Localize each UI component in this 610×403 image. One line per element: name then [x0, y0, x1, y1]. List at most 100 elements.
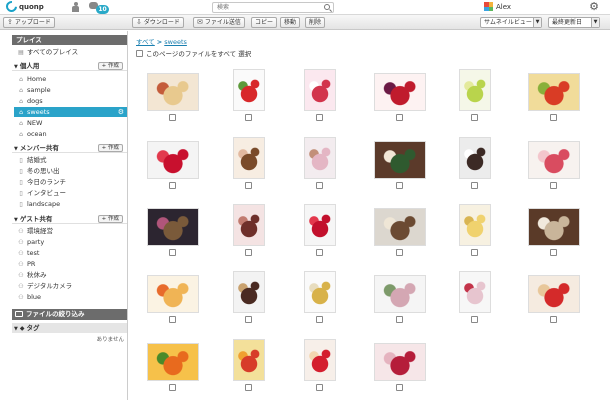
- thumbnail-image[interactable]: [304, 271, 336, 313]
- thumbnail-tile[interactable]: [365, 67, 435, 133]
- user-icon[interactable]: [72, 2, 79, 12]
- sidebar-item[interactable]: ⚇ test: [14, 248, 127, 258]
- thumbnail-image[interactable]: [528, 208, 580, 246]
- thumbnail-tile[interactable]: [365, 269, 435, 335]
- thumbnail-checkbox[interactable]: [169, 316, 176, 323]
- breadcrumb-current[interactable]: sweets: [164, 38, 187, 46]
- thumbnail-tile[interactable]: [138, 67, 208, 133]
- thumbnail-tile[interactable]: [138, 202, 208, 268]
- thumbnail-image[interactable]: [147, 275, 199, 313]
- thumbnail-image[interactable]: [459, 204, 491, 246]
- thumbnail-checkbox[interactable]: [169, 249, 176, 256]
- thumbnail-checkbox[interactable]: [550, 182, 557, 189]
- move-button[interactable]: 移動: [280, 17, 301, 28]
- thumbnail-checkbox[interactable]: [316, 114, 323, 121]
- sidebar-item[interactable]: ⚇ PR: [14, 259, 127, 269]
- sidebar-item[interactable]: ▯ インタビュー: [14, 188, 127, 198]
- guest-create-button[interactable]: + 作成: [97, 215, 123, 223]
- guest-group-header[interactable]: ▼ ゲスト共有 + 作成: [12, 214, 127, 224]
- thumbnail-image[interactable]: [528, 141, 580, 179]
- thumbnail-checkbox[interactable]: [245, 384, 252, 391]
- thumbnail-checkbox[interactable]: [169, 114, 176, 121]
- personal-create-button[interactable]: + 作成: [97, 62, 123, 70]
- breadcrumb-root[interactable]: すべて: [136, 38, 155, 46]
- thumbnail-checkbox[interactable]: [550, 316, 557, 323]
- sidebar-item[interactable]: ⚇ デジタルカメラ: [14, 281, 127, 291]
- delete-button[interactable]: 削除: [305, 17, 326, 28]
- search-icon[interactable]: [324, 4, 330, 10]
- tag-header[interactable]: ▼ ◆ タグ: [12, 323, 127, 333]
- sidebar-item[interactable]: ⚇ blue: [14, 292, 127, 302]
- thumbnail-checkbox[interactable]: [316, 316, 323, 323]
- thumbnail-image[interactable]: [304, 69, 336, 111]
- thumbnail-checkbox[interactable]: [245, 249, 252, 256]
- gear-icon[interactable]: ⚙: [118, 107, 124, 117]
- thumbnail-tile[interactable]: [214, 67, 284, 133]
- thumbnail-checkbox[interactable]: [550, 114, 557, 121]
- sidebar-item[interactable]: ▯ 冬の思い出: [14, 166, 127, 176]
- personal-group-header[interactable]: ▼ 個人用 + 作成: [12, 61, 127, 71]
- member-create-button[interactable]: + 作成: [97, 144, 123, 152]
- thumbnail-image[interactable]: [459, 69, 491, 111]
- thumbnail-tile[interactable]: [285, 269, 355, 335]
- thumbnail-image[interactable]: [528, 73, 580, 111]
- thumbnail-checkbox[interactable]: [245, 182, 252, 189]
- sidebar-item[interactable]: ⚇ 環境経営: [14, 226, 127, 236]
- thumbnail-checkbox[interactable]: [471, 316, 478, 323]
- account-menu[interactable]: Alex: [484, 2, 511, 11]
- thumbnail-image[interactable]: [147, 73, 199, 111]
- send-file-button[interactable]: ✉ ファイル送信: [193, 17, 245, 28]
- sidebar-item[interactable]: ⚇ party: [14, 237, 127, 247]
- thumbnail-tile[interactable]: [285, 202, 355, 268]
- thumbnail-tile[interactable]: [519, 67, 589, 133]
- search-box[interactable]: [212, 2, 334, 13]
- thumbnail-checkbox[interactable]: [316, 384, 323, 391]
- thumbnail-image[interactable]: [374, 141, 426, 179]
- copy-button[interactable]: コピー: [251, 17, 278, 28]
- thumbnail-tile[interactable]: [285, 67, 355, 133]
- thumbnail-image[interactable]: [374, 208, 426, 246]
- sidebar-item[interactable]: ▯ landscape: [14, 199, 127, 209]
- member-group-header[interactable]: ▼ メンバー共有 + 作成: [12, 143, 127, 153]
- select-all-row[interactable]: このページのファイルをすべて 選択: [136, 48, 251, 58]
- sidebar-item[interactable]: ⌂ sweets ⚙: [14, 107, 127, 117]
- search-input[interactable]: [213, 3, 319, 12]
- thumbnail-image[interactable]: [147, 208, 199, 246]
- thumbnail-tile[interactable]: [519, 135, 589, 201]
- thumbnail-tile[interactable]: [138, 135, 208, 201]
- thumbnail-tile[interactable]: [440, 202, 510, 268]
- message-count-badge[interactable]: 10: [96, 5, 109, 14]
- file-filter-header[interactable]: ファイルの絞り込み: [12, 309, 127, 320]
- thumbnail-tile[interactable]: [519, 269, 589, 335]
- thumbnail-tile[interactable]: [138, 337, 208, 403]
- thumbnail-tile[interactable]: [214, 269, 284, 335]
- thumbnail-image[interactable]: [374, 275, 426, 313]
- sort-select[interactable]: 最終更新日 ▼: [548, 17, 600, 28]
- thumbnail-tile[interactable]: [365, 202, 435, 268]
- thumbnail-tile[interactable]: [365, 337, 435, 403]
- thumbnail-checkbox[interactable]: [396, 182, 403, 189]
- thumbnail-checkbox[interactable]: [471, 182, 478, 189]
- thumbnail-image[interactable]: [147, 141, 199, 179]
- sidebar-item[interactable]: ▯ 今日のランチ: [14, 177, 127, 187]
- thumbnail-checkbox[interactable]: [316, 249, 323, 256]
- thumbnail-image[interactable]: [233, 204, 265, 246]
- thumbnail-tile[interactable]: [365, 135, 435, 201]
- thumbnail-tile[interactable]: [440, 135, 510, 201]
- sidebar-item[interactable]: ⌂ Home: [14, 74, 127, 84]
- thumbnail-tile[interactable]: [138, 269, 208, 335]
- thumbnail-image[interactable]: [233, 69, 265, 111]
- thumbnail-checkbox[interactable]: [245, 114, 252, 121]
- thumbnail-image[interactable]: [147, 343, 199, 381]
- thumbnail-image[interactable]: [528, 275, 580, 313]
- thumbnail-image[interactable]: [374, 343, 426, 381]
- thumbnail-checkbox[interactable]: [316, 182, 323, 189]
- sidebar-item-all-places[interactable]: ▤ すべてのプレイス: [14, 47, 127, 57]
- sidebar-item[interactable]: ⌂ NEW: [14, 118, 127, 128]
- thumbnail-tile[interactable]: [440, 67, 510, 133]
- upload-button[interactable]: ⇪ アップロード: [3, 17, 55, 28]
- thumbnail-image[interactable]: [459, 137, 491, 179]
- thumbnail-checkbox[interactable]: [169, 384, 176, 391]
- thumbnail-image[interactable]: [304, 339, 336, 381]
- thumbnail-image[interactable]: [374, 73, 426, 111]
